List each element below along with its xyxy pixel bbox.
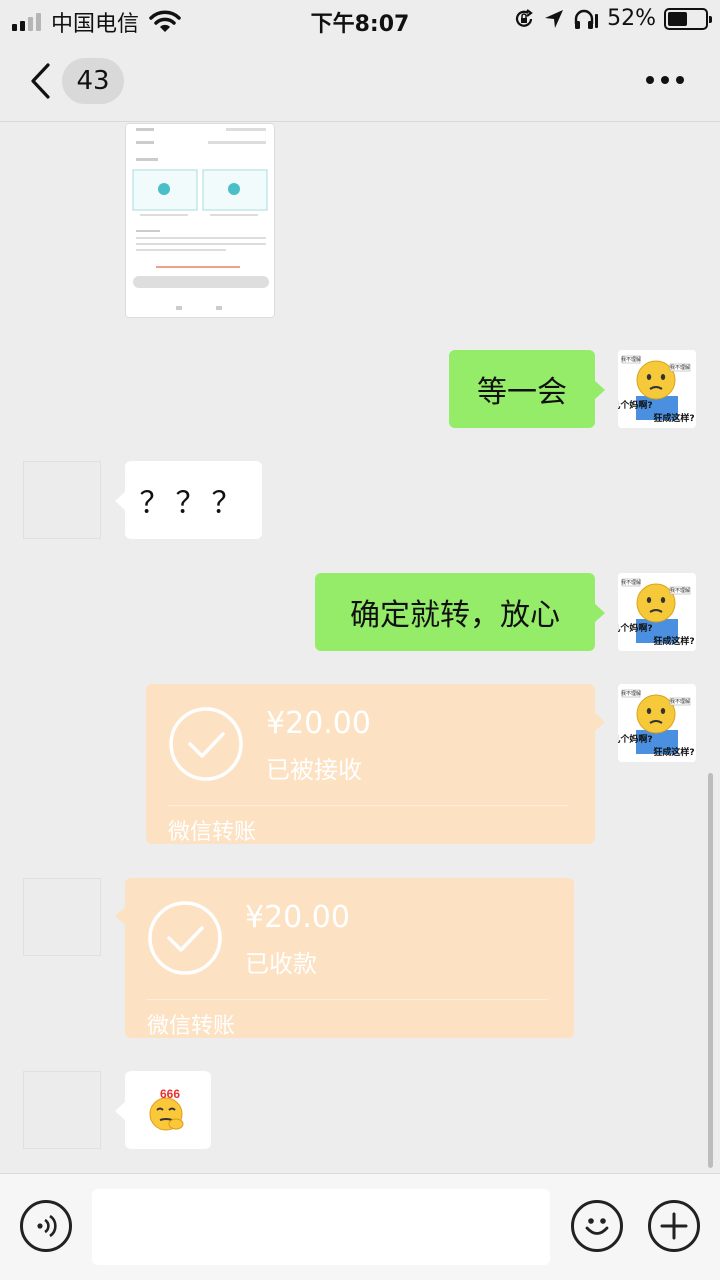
transfer-amount: ¥20.00 — [266, 706, 371, 741]
message-bubble-sent[interactable]: 确定就转，放心 — [315, 573, 605, 651]
sticker-caption: 几个妈啊? — [618, 622, 653, 634]
message-input[interactable] — [92, 1189, 550, 1265]
status-bar: 中国电信 下午8:07 52% — [0, 0, 720, 40]
message-text: ？？？ — [139, 486, 248, 521]
sticker-caption: 狂成这样? — [653, 635, 694, 647]
sticker-caption: 我不理解 — [670, 364, 690, 371]
input-bar — [0, 1173, 720, 1280]
battery-percent: 52% — [607, 6, 656, 31]
confused-face-sticker-avatar: 我不理解 我不理解 几个妈啊? 狂成这样? — [618, 350, 696, 428]
sticker-caption: 我不理解 — [621, 690, 641, 697]
divider — [168, 805, 569, 806]
battery-icon — [664, 7, 712, 30]
avatar-self[interactable]: 我不理解 我不理解 几个妈啊? 狂成这样? — [618, 350, 696, 428]
transfer-status: 已收款 — [245, 950, 317, 978]
more-options-icon[interactable] — [646, 76, 684, 84]
message-text: 等一会 — [477, 375, 567, 410]
voice-input-button[interactable] — [20, 1200, 72, 1252]
scrollbar[interactable] — [708, 773, 713, 1168]
avatar-contact[interactable] — [23, 1071, 101, 1149]
message-text: 确定就转，放心 — [350, 598, 560, 633]
sticker-caption: 几个妈啊? — [618, 399, 653, 411]
voice-icon — [37, 1214, 57, 1238]
sticker-caption: 狂成这样? — [653, 746, 694, 758]
transfer-amount: ¥20.00 — [245, 900, 350, 935]
transfer-card-sent[interactable]: ¥20.00 已被接收 微信转账 — [146, 684, 605, 845]
unread-count-badge[interactable]: 43 — [62, 58, 124, 104]
sticker-caption: 我不理解 — [621, 356, 641, 363]
transfer-label: 微信转账 — [168, 820, 257, 845]
location-arrow-icon — [545, 9, 564, 28]
sticker-caption: 我不理解 — [670, 587, 690, 594]
message-bubble-received[interactable]: ？？？ — [115, 461, 262, 539]
thinking-666-emoji-icon: 666 — [149, 1088, 184, 1131]
avatar-contact[interactable] — [23, 878, 101, 956]
rotation-lock-icon — [516, 8, 533, 27]
avatar-self[interactable]: 我不理解 我不理解 几个妈啊? 狂成这样? — [618, 684, 696, 762]
image-message[interactable] — [125, 123, 275, 318]
emoji-button[interactable] — [571, 1200, 623, 1252]
message-bubble-sent[interactable]: 等一会 — [449, 350, 605, 428]
back-chevron-icon[interactable] — [28, 62, 54, 100]
avatar-self[interactable]: 我不理解 我不理解 几个妈啊? 狂成这样? — [618, 573, 696, 651]
chat-header: 43 — [0, 40, 720, 122]
transfer-status: 已被接收 — [266, 756, 362, 784]
sticker-message[interactable]: 666 — [115, 1071, 211, 1149]
more-functions-button[interactable] — [648, 1200, 700, 1252]
chat-messages[interactable]: 等一会 我不理解 我不理解 几个妈啊? 狂成这样? ？？？ 确定就转，放心 — [0, 123, 720, 1173]
transfer-card-received[interactable]: ¥20.00 已收款 微信转账 — [115, 878, 574, 1039]
confused-face-sticker-avatar: 我不理解 我不理解 几个妈啊? 狂成这样? — [618, 684, 696, 762]
check-circle-icon — [169, 707, 243, 781]
sticker-caption: 狂成这样? — [653, 412, 694, 424]
sticker-caption: 我不理解 — [670, 698, 690, 705]
plus-icon — [660, 1212, 688, 1240]
headphones-icon — [574, 9, 599, 29]
check-circle-icon — [148, 901, 222, 975]
sticker-caption: 我不理解 — [621, 579, 641, 586]
divider — [147, 999, 548, 1000]
confused-face-sticker-avatar: 我不理解 我不理解 几个妈啊? 狂成这样? — [618, 573, 696, 651]
sticker-caption: 几个妈啊? — [618, 733, 653, 745]
smiley-face-icon — [585, 1218, 609, 1235]
sticker-text: 666 — [160, 1088, 180, 1101]
transfer-label: 微信转账 — [147, 1014, 236, 1039]
screenshot-thumbnail-image — [126, 124, 274, 317]
avatar-contact[interactable] — [23, 461, 101, 539]
